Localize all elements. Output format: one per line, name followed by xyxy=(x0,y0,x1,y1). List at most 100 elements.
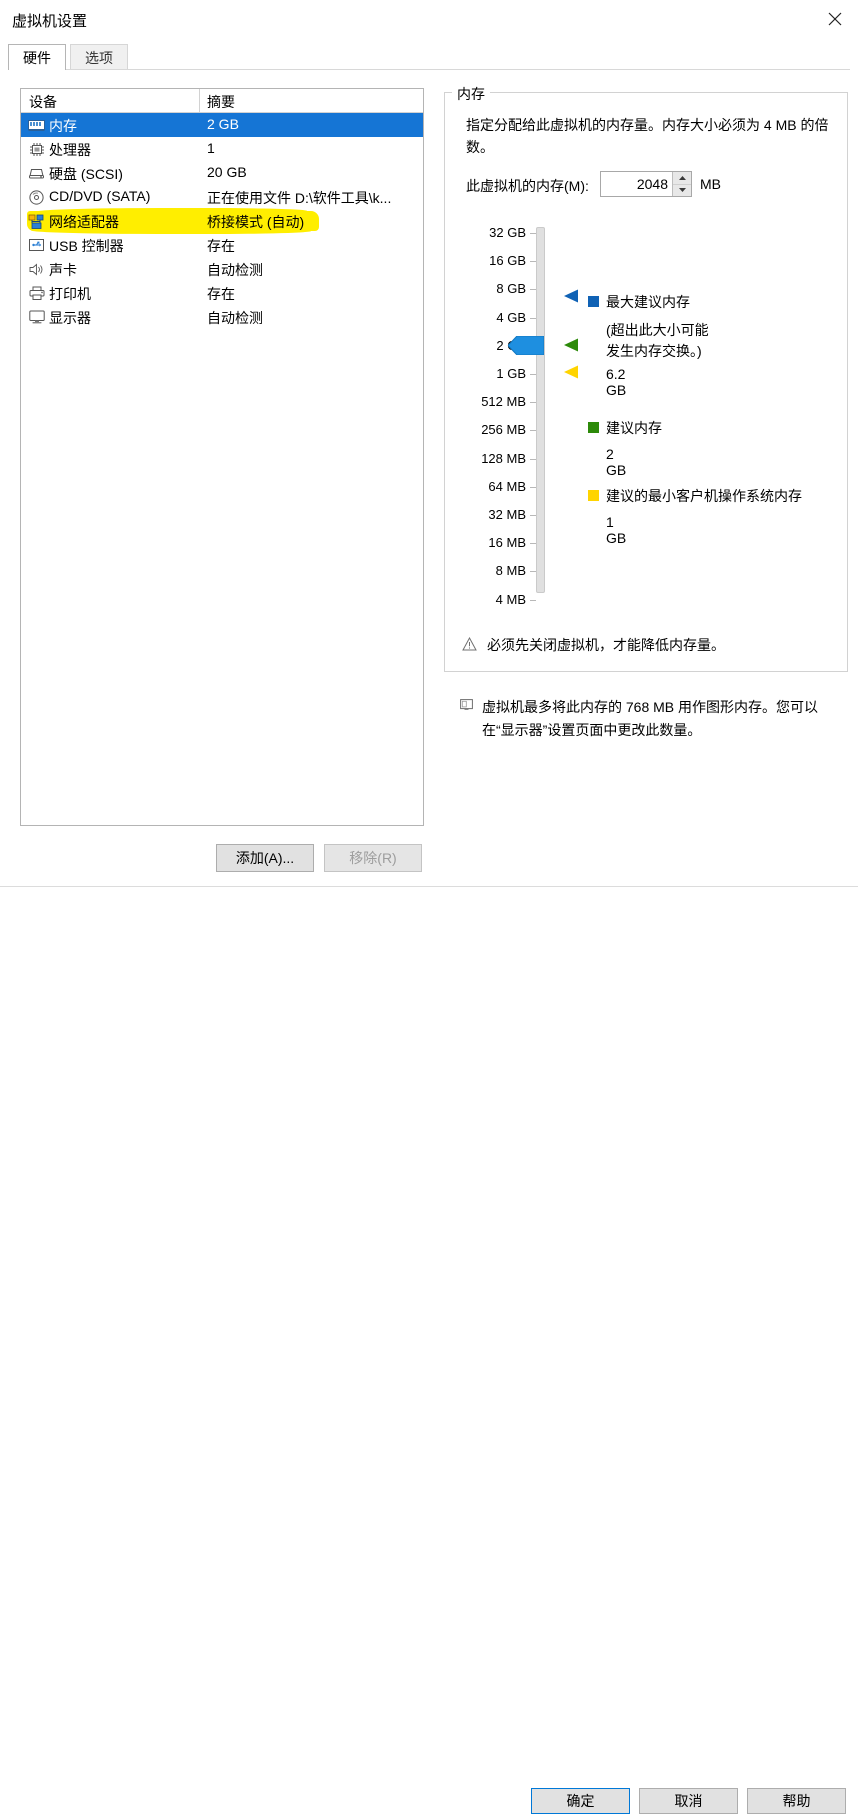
legend-label-minimum-guest: 建议的最小客户机操作系统内存 xyxy=(606,488,802,504)
remove-device-button: 移除(R) xyxy=(324,844,422,872)
legend-value-minimum-guest: 1 GB xyxy=(606,514,627,546)
device-rows: 内存 2 GB 处理器 1 硬盘 (SCSI) 20 GB CD/DVD (SATA) 正在使… xyxy=(21,113,423,329)
sound-card-icon xyxy=(28,261,45,277)
memory-size-value: 2048 xyxy=(636,176,668,192)
memory-stepper[interactable] xyxy=(672,172,691,196)
tab-options-label: 选项 xyxy=(85,49,113,66)
memory-group-title: 内存 xyxy=(452,84,490,104)
add-device-label: 添加(A)... xyxy=(235,850,295,866)
close-icon[interactable] xyxy=(812,0,858,38)
footer-bar: 确定 取消 帮助 xyxy=(0,887,858,1814)
scale-tick-label: 16 MB xyxy=(488,535,526,551)
shutdown-warning-note: 必须先关闭虚拟机，才能降低内存量。 xyxy=(462,634,842,655)
device-summary: 存在 xyxy=(207,286,235,302)
device-row-7[interactable]: 打印机 存在 xyxy=(21,281,423,305)
memory-field-label: 此虚拟机的内存(M): xyxy=(466,178,589,194)
graphics-memory-text: 虚拟机最多将此内存的 768 MB 用作图形内存。您可以在“显示器”设置页面中更… xyxy=(482,699,819,738)
device-row-2[interactable]: 硬盘 (SCSI) 20 GB xyxy=(21,161,423,185)
title-bar: 虚拟机设置 xyxy=(0,0,858,38)
ok-button[interactable]: 确定 xyxy=(531,1788,630,1814)
memory-scale: 32 GB 16 GB 8 GB 4 GB 2 GB 1 GB 512 MB 256 MB 12… xyxy=(444,225,848,607)
column-divider xyxy=(199,89,200,113)
scale-tick-label: 8 MB xyxy=(495,563,526,579)
device-row-3[interactable]: CD/DVD (SATA) 正在使用文件 D:\软件工具\k... xyxy=(21,185,423,209)
warning-triangle-icon xyxy=(462,637,477,651)
memory-icon xyxy=(28,117,45,133)
window-title: 虚拟机设置 xyxy=(12,13,88,30)
printer-icon xyxy=(28,285,45,301)
scale-tick-label: 4 MB xyxy=(495,591,526,607)
device-summary: 自动检测 xyxy=(207,262,263,278)
device-name: 硬盘 (SCSI) xyxy=(49,166,123,182)
add-device-button[interactable]: 添加(A)... xyxy=(216,844,314,872)
stepper-up-icon[interactable] xyxy=(673,172,691,184)
scale-tick-label: 256 MB xyxy=(481,422,526,438)
network-adapter-icon xyxy=(28,213,45,229)
device-name: 打印机 xyxy=(49,286,91,302)
legend-label-recommended: 建议内存 xyxy=(606,420,662,436)
scale-tick-label: 128 MB xyxy=(481,450,526,466)
shutdown-warning-text: 必须先关闭虚拟机，才能降低内存量。 xyxy=(487,637,725,653)
legend-swatch-recommended xyxy=(588,422,599,433)
device-summary: 存在 xyxy=(207,238,235,254)
device-row-4[interactable]: 网络适配器 桥接模式 (自动) xyxy=(21,208,423,234)
memory-unit-label: MB xyxy=(700,176,721,192)
tab-hardware[interactable]: 硬件 xyxy=(8,44,66,70)
cddvd-icon xyxy=(28,189,45,205)
cancel-button[interactable]: 取消 xyxy=(639,1788,738,1814)
legend-value-max-recommended: 6.2 GB xyxy=(606,366,627,398)
graphics-memory-note: 虚拟机最多将此内存的 768 MB 用作图形内存。您可以在“显示器”设置页面中更… xyxy=(460,696,850,742)
device-summary: 正在使用文件 D:\软件工具\k... xyxy=(207,190,392,206)
remove-device-label: 移除(R) xyxy=(349,850,397,866)
legend-swatch-minimum-guest xyxy=(588,490,599,501)
tab-strip: 硬件 选项 xyxy=(8,44,850,70)
scale-tick-label: 4 GB xyxy=(496,309,526,325)
device-list-header: 设备 摘要 xyxy=(21,89,423,113)
device-summary: 20 GB xyxy=(207,164,247,180)
device-row-0[interactable]: 内存 2 GB xyxy=(21,113,423,137)
device-name: 显示器 xyxy=(49,310,91,326)
device-summary: 2 GB xyxy=(207,116,239,132)
device-summary: 1 xyxy=(207,140,215,156)
memory-slider-thumb[interactable] xyxy=(508,336,544,355)
help-button[interactable]: 帮助 xyxy=(747,1788,846,1814)
display-icon xyxy=(28,309,45,325)
tab-hardware-label: 硬件 xyxy=(23,49,51,66)
marker-arrow-recommended xyxy=(564,338,580,354)
device-summary: 桥接模式 (自动) xyxy=(207,214,305,230)
device-list[interactable]: 设备 摘要 内存 2 GB 处理器 1 硬盘 (SCSI) 20 GB CD/DVD (SA… xyxy=(20,88,424,826)
legend-note-max-recommended: (超出此大小可能 发生内存交换。) xyxy=(606,322,709,359)
device-row-5[interactable]: USB 控制器 存在 xyxy=(21,233,423,257)
device-name: USB 控制器 xyxy=(49,238,124,254)
scale-tick-label: 512 MB xyxy=(481,394,526,410)
marker-arrow-minimum-guest xyxy=(564,365,580,381)
device-row-8[interactable]: 显示器 自动检测 xyxy=(21,305,423,329)
tab-options[interactable]: 选项 xyxy=(70,44,128,70)
scale-tick-label: 32 MB xyxy=(488,507,526,522)
scale-tick-label: 64 MB xyxy=(488,478,526,494)
tab-divider xyxy=(8,69,850,70)
scale-tick-label: 32 GB xyxy=(489,225,526,240)
device-name: 网络适配器 xyxy=(49,214,119,230)
memory-slider-track[interactable] xyxy=(536,227,545,593)
device-summary: 自动检测 xyxy=(207,310,263,326)
legend-swatch-max-recommended xyxy=(588,296,599,307)
legend-label-max-recommended: 最大建议内存 xyxy=(606,294,690,310)
scale-tick-label: 16 GB xyxy=(489,253,526,269)
device-row-1[interactable]: 处理器 1 xyxy=(21,137,423,161)
marker-arrow-max-recommended xyxy=(564,289,580,305)
harddisk-icon xyxy=(28,165,45,181)
device-name: 处理器 xyxy=(49,142,91,158)
memory-size-input[interactable]: 2048 xyxy=(600,171,692,197)
column-header-summary: 摘要 xyxy=(207,94,235,110)
device-name: 内存 xyxy=(49,118,77,134)
column-header-device: 设备 xyxy=(29,94,57,110)
usb-controller-icon xyxy=(28,237,45,253)
device-row-6[interactable]: 声卡 自动检测 xyxy=(21,257,423,281)
help-button-label: 帮助 xyxy=(782,1793,811,1809)
scale-tick-label: 1 GB xyxy=(496,366,526,381)
processor-icon xyxy=(28,141,45,157)
ok-button-label: 确定 xyxy=(566,1793,595,1809)
memory-description: 指定分配给此虚拟机的内存量。内存大小必须为 4 MB 的倍数。 xyxy=(466,117,829,155)
stepper-down-icon[interactable] xyxy=(673,183,691,197)
